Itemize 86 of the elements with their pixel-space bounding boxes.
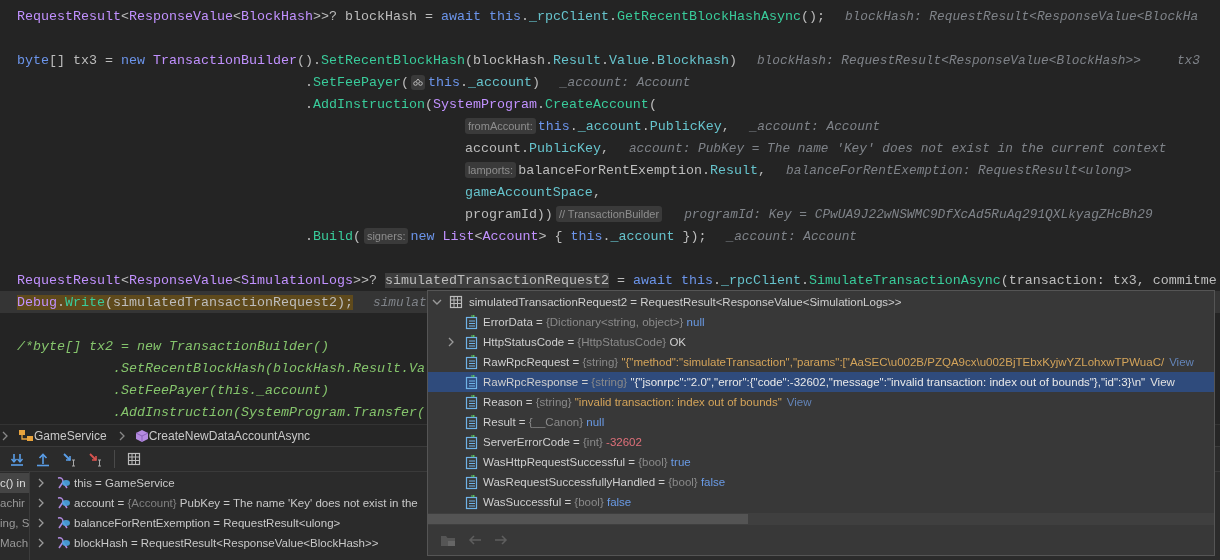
stack-frame[interactable]: ing, S: [0, 513, 29, 533]
variable-icon: [55, 536, 71, 550]
property-row[interactable]: WasSuccessful = {bool} false: [428, 492, 1214, 512]
property-row[interactable]: ServerErrorCode = {int} -32602: [428, 432, 1214, 452]
property-text: WasHttpRequestSuccessful = {bool} true: [483, 456, 691, 468]
parameter-hint: signers:: [363, 228, 409, 244]
expand-icon[interactable]: [447, 336, 455, 348]
property-text: WasSuccessful = {bool} false: [483, 496, 632, 508]
code-text: gameAccountSpace,: [464, 184, 601, 200]
field-icon: [465, 434, 478, 450]
property-row[interactable]: WasRequestSuccessfullyHandled = {bool} false: [428, 472, 1214, 492]
stack-frame[interactable]: c() in: [0, 473, 29, 493]
property-row[interactable]: ErrorData = {Dictionary<string, object>} null: [428, 312, 1214, 332]
table-icon: [449, 295, 463, 309]
property-text: ServerErrorCode = {int} -32602: [483, 436, 642, 448]
field-icon: [465, 494, 478, 510]
code-text: RequestResult<ResponseValue<SimulationLogs>>? simulatedTransactionRequest2 = await this._rpcClient.SimulateTransactionAsync(transaction: tx3, commitme: [17, 272, 1217, 288]
variable-text: blockHash = RequestResult<ResponseValue<BlockHash>>: [74, 537, 379, 549]
field-icon: [465, 354, 478, 370]
code-text: byte[] tx3 = new TransactionBuilder().SetRecentBlockHash(blockHash.Result.Value.Blockhash): [17, 52, 737, 68]
property-row[interactable]: RawRpcResponse = {string} "{"jsonrpc":"2.0","error":{"code":-32602,"message":"invalid transaction: index out of bounds"},"id":3}\n" View: [428, 372, 1214, 392]
property-row[interactable]: Reason = {string} "invalid transaction: index out of bounds" View: [428, 392, 1214, 412]
field-icon: [465, 394, 478, 410]
inline-value: blockHash: RequestResult<ResponseValue<BlockHa: [844, 8, 1199, 24]
code-text: .AddInstruction(SystemProgram.Transfer(: [112, 404, 425, 420]
scrollbar-thumb[interactable]: [428, 514, 748, 524]
property-text: WasRequestSuccessfullyHandled = {bool} false: [483, 476, 726, 488]
code-text: .SetFeePayer(: [304, 74, 409, 90]
code-text: programId)): [464, 206, 553, 222]
code-text: new List<Account> { this._account });: [410, 228, 707, 244]
code-text: .Build(: [304, 228, 361, 244]
property-text: RawRpcRequest = {string} "{"method":"simulateTransaction","params":["AaSEC\u002B/PZQA9cx\u002BjTEbxKyjwYZLohxwTPWuaC/: [483, 356, 1165, 368]
code-text: balanceForRentExemption.Result,: [518, 162, 767, 178]
stack-frame[interactable]: Mach: [0, 533, 29, 553]
field-icon: [465, 314, 478, 330]
inline-value: _account: Account: [749, 118, 881, 134]
inline-value: balanceForRentExemption: RequestResult<ulong>: [786, 162, 1132, 178]
variable-icon: [55, 496, 71, 510]
code-text: /*byte[] tx2 = new TransactionBuilder(): [17, 338, 329, 354]
variable-text: balanceForRentExemption = RequestResult<ulong>: [74, 517, 341, 529]
property-text: HttpStatusCode = {HttpStatusCode} OK: [483, 336, 686, 348]
inline-value: blockHash: RequestResult<ResponseValue<BlockHash>>: [756, 52, 1141, 68]
inline-value: account: PubKey = The name 'Key' does not exist in the current context: [628, 140, 1167, 156]
field-icon: [465, 414, 478, 430]
property-text: ErrorData = {Dictionary<string, object>} null: [483, 316, 705, 328]
class-icon: [18, 428, 34, 443]
breadcrumb-item[interactable]: GameService: [34, 428, 107, 443]
inline-value: programId: Key = CPwUA9J22wNSWMC9DfXcAd5RuAq291QXLkyagZHcBh29: [684, 206, 1153, 222]
inline-value: _account: Account: [726, 228, 857, 244]
property-row[interactable]: WasHttpRequestSuccessful = {bool} true: [428, 452, 1214, 472]
variable-icon: [55, 476, 71, 490]
variable-text: account = {Account} PubKey = The name 'Key' does not exist in the: [74, 497, 418, 509]
property-text: RawRpcResponse = {string} "{"jsonrpc":"2.0","error":{"code":-32602,"message":"invalid transaction: index out of bounds"},"id":3}\n": [483, 376, 1146, 388]
inline-value: tx3: [1176, 52, 1200, 68]
view-link[interactable]: View: [1150, 376, 1175, 388]
popup-title: simulatedTransactionRequest2 = RequestResult<ResponseValue<SimulationLogs>>: [469, 296, 902, 308]
parameter-hint: lamports:: [464, 162, 517, 178]
variable-text: this = GameService: [74, 477, 175, 489]
code-text: account.PublicKey,: [464, 140, 609, 156]
variable-icon: [55, 516, 71, 530]
chevron-icon: [2, 429, 10, 442]
inline-value: _account: Account: [559, 74, 691, 90]
code-text: this._account): [427, 74, 540, 90]
code-text: RequestResult<ResponseValue<BlockHash>>? blockHash = await this._rpcClient.GetRecentBlockHashAsync();: [17, 8, 825, 24]
parameter-hint: // TransactionBuilder: [555, 206, 663, 222]
property-text: Reason = {string} "invalid transaction: index out of bounds": [483, 396, 782, 408]
parameter-hint: fromAccount:: [464, 118, 536, 134]
code-text: .AddInstruction(SystemProgram.CreateAccount(: [304, 96, 657, 112]
cube-icon: [134, 428, 149, 443]
code-text: .SetRecentBlockHash(blockHash.Result.Va: [112, 360, 425, 376]
chevron-icon: [118, 429, 127, 442]
property-row[interactable]: HttpStatusCode = {HttpStatusCode} OK: [428, 332, 1214, 352]
property-row[interactable]: RawRpcRequest = {string} "{"method":"simulateTransaction","params":["AaSEC\u002B/PZQA9cx\u002BjTEbxKyjwYZLohxwTPWuaC/ View: [428, 352, 1214, 372]
code-text: this._account.PublicKey,: [537, 118, 730, 134]
code-text: Debug.Write(simulatedTransactionRequest2);: [17, 294, 353, 310]
property-row[interactable]: Result = {__Canon} null: [428, 412, 1214, 432]
breadcrumb-item[interactable]: CreateNewDataAccountAsync: [148, 428, 311, 443]
stack-frame[interactable]: achir: [0, 493, 29, 513]
property-text: Result = {__Canon} null: [483, 416, 605, 428]
link-hint-icon[interactable]: [410, 74, 425, 90]
field-icon: [465, 474, 478, 490]
field-icon: [465, 334, 478, 350]
inline-value: simulat: [372, 294, 427, 310]
code-text: .SetFeePayer(this._account): [112, 382, 329, 398]
field-icon: [465, 454, 478, 470]
field-icon: [465, 374, 478, 390]
